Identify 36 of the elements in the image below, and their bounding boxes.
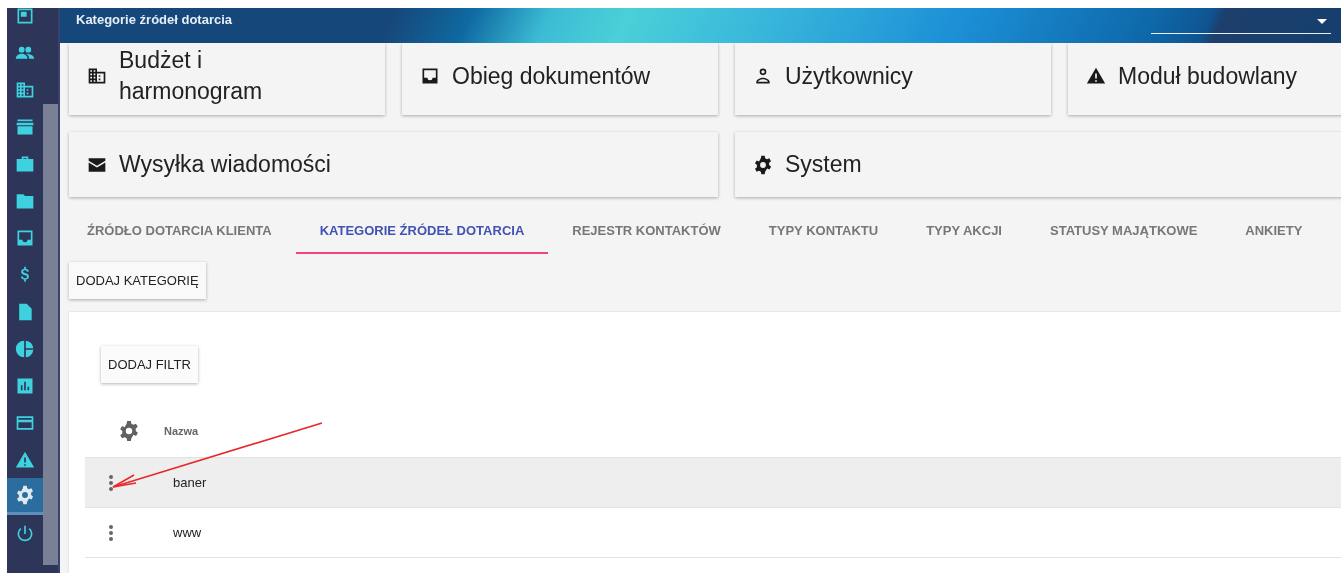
module-card[interactable]: Użytkownicy [735, 43, 1051, 115]
settings-icon [15, 485, 35, 505]
more-icon[interactable] [108, 523, 114, 542]
power-icon [15, 523, 35, 544]
module-card[interactable]: Obieg dokumentów [402, 43, 718, 115]
tab[interactable]: TYPY AKCJI [902, 209, 1026, 254]
pie-chart-icon [15, 338, 35, 359]
tab[interactable]: ŹRÓDŁO DOTARCIA KLIENTA [63, 209, 296, 254]
person-icon [753, 66, 773, 86]
building-icon [87, 66, 107, 86]
tab[interactable]: TYPY KONTAKTU [744, 209, 903, 254]
module-card[interactable]: Budżet i harmonogram [69, 43, 385, 115]
caret-icon [1316, 18, 1328, 26]
add-filter-button[interactable]: DODAJ FILTR [101, 346, 198, 383]
screen-icon [15, 8, 35, 26]
module-card[interactable]: Wysyłka wiadomości [69, 132, 718, 197]
more-icon[interactable] [108, 473, 114, 492]
tab[interactable]: ANKIETY [1221, 209, 1327, 254]
tab[interactable]: REJESTR KONTAKTÓW [548, 209, 745, 254]
table-cell: www [173, 525, 202, 540]
page-title: Kategorie źródeł dotarcia [75, 11, 233, 27]
sidebar-item[interactable] [7, 478, 43, 515]
module-card[interactable]: Moduł budowlany [1068, 43, 1341, 115]
module-card[interactable]: System [735, 132, 1341, 197]
warning-icon [1086, 66, 1106, 86]
table-row[interactable]: www [85, 508, 1341, 558]
inbox-icon [420, 66, 440, 86]
settings-icon [753, 154, 773, 175]
settings-icon [118, 419, 140, 442]
table-cell: baner [173, 475, 207, 490]
tab[interactable]: KATEGORIE ŹRÓDEŁ DOTARCIA [295, 209, 549, 254]
column-header: Nazwa [164, 424, 199, 437]
table-row[interactable]: baner [85, 458, 1341, 508]
scrollbar-thumb[interactable] [43, 104, 58, 565]
add-category-button[interactable]: DODAJ KATEGORIĘ [69, 262, 206, 299]
tab[interactable]: STATUSY MAJĄTKOWE [1026, 209, 1222, 254]
